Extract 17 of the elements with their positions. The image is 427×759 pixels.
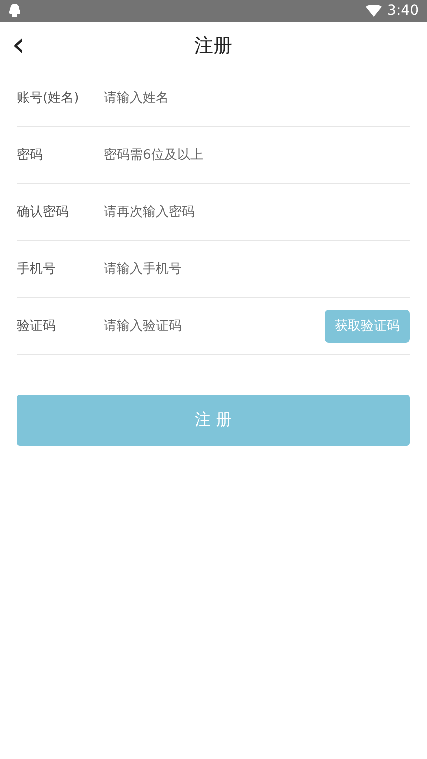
field-label: 手机号: [17, 261, 57, 278]
page-title: 注册: [194, 34, 232, 59]
register-button[interactable]: 注 册: [17, 395, 410, 446]
notification-icon: [8, 3, 22, 19]
input-field[interactable]: 密码需6位及以上: [104, 148, 410, 162]
field-label: 确认密码: [17, 204, 70, 221]
field-label: 账号(姓名): [17, 90, 80, 107]
get-code-button[interactable]: 获取验证码: [325, 310, 410, 342]
input-field[interactable]: 请输入验证码: [104, 318, 325, 334]
wifi-icon: [366, 5, 382, 17]
input-field[interactable]: 请输入姓名: [104, 90, 410, 106]
input-field[interactable]: 请再次输入密码: [104, 204, 410, 220]
field-label: 密码: [17, 147, 44, 164]
field-label: 验证码: [17, 318, 57, 335]
clock: 3:40: [388, 3, 419, 19]
input-field[interactable]: 请输入手机号: [104, 262, 410, 276]
back-button[interactable]: ‹: [8, 30, 30, 60]
